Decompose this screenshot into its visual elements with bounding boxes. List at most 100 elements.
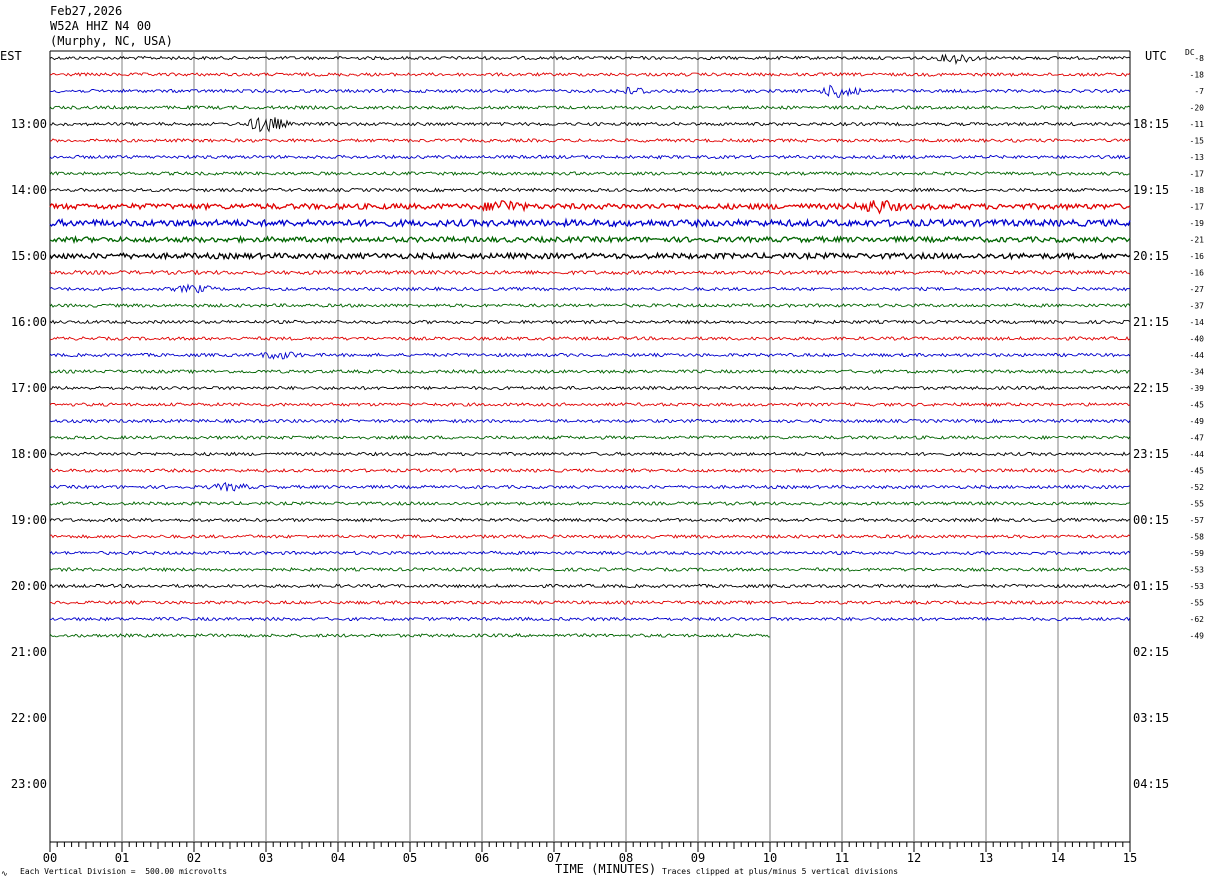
corner-mark-icon: ∿ bbox=[1, 869, 8, 878]
right-hour-label: 21:15 bbox=[1133, 315, 1169, 329]
trace-line-22 bbox=[49, 418, 1131, 424]
trace-line-2 bbox=[49, 84, 1131, 99]
dc-offset-label: -17 bbox=[1190, 170, 1205, 179]
x-tick-label: 02 bbox=[187, 851, 201, 865]
trace-line-21 bbox=[49, 402, 1131, 407]
trace-line-20 bbox=[49, 385, 1131, 391]
trace-line-15 bbox=[49, 302, 1131, 308]
trace-line-25 bbox=[49, 467, 1131, 474]
trace-line-13 bbox=[49, 269, 1131, 276]
left-hour-label: 15:00 bbox=[11, 249, 47, 263]
dc-offset-label: -49 bbox=[1190, 632, 1205, 641]
x-tick-label: 10 bbox=[763, 851, 777, 865]
scale-note: Each Vertical Division = 500.00 microvol… bbox=[20, 867, 228, 876]
trace-line-14 bbox=[49, 283, 1131, 294]
dc-offset-label: -16 bbox=[1190, 269, 1205, 278]
left-hour-label: 17:00 bbox=[11, 381, 47, 395]
x-tick-label: 03 bbox=[259, 851, 273, 865]
right-hour-label: 01:15 bbox=[1133, 579, 1169, 593]
trace-line-5 bbox=[49, 138, 1131, 144]
trace-line-6 bbox=[49, 154, 1131, 160]
left-hour-label: 18:00 bbox=[11, 447, 47, 461]
right-hour-label: 23:15 bbox=[1133, 447, 1169, 461]
dc-offset-label: -62 bbox=[1190, 615, 1205, 624]
x-tick-label: 11 bbox=[835, 851, 849, 865]
x-tick-label: 00 bbox=[43, 851, 57, 865]
dc-offset-label: -58 bbox=[1190, 533, 1205, 542]
trace-line-0 bbox=[49, 53, 1131, 65]
trace-line-18 bbox=[49, 351, 1131, 360]
right-hour-label: 03:15 bbox=[1133, 711, 1169, 725]
trace-line-1 bbox=[49, 72, 1131, 78]
dc-offset-label: -11 bbox=[1190, 120, 1205, 129]
dc-offset-label: -7 bbox=[1194, 87, 1204, 96]
dc-offset-label: -55 bbox=[1190, 599, 1205, 608]
x-tick-label: 14 bbox=[1051, 851, 1065, 865]
right-hour-label: 04:15 bbox=[1133, 777, 1169, 791]
trace-line-17 bbox=[49, 336, 1131, 342]
left-hour-label: 16:00 bbox=[11, 315, 47, 329]
dc-offset-label: -18 bbox=[1190, 71, 1205, 80]
x-tick-label: 09 bbox=[691, 851, 705, 865]
dc-offset-label: -40 bbox=[1190, 335, 1205, 344]
helicorder-plot: 00 01 02 03 04 05 06 07 08 09 10 11 12 13 14 1513:0014:… bbox=[11, 50, 1205, 865]
x-tick-label: 13 bbox=[979, 851, 993, 865]
dc-offset-label: -59 bbox=[1190, 549, 1205, 558]
trace-line-8 bbox=[49, 187, 1131, 193]
clip-note: Traces clipped at plus/minus 5 vertical … bbox=[662, 867, 899, 876]
dc-offset-label: -13 bbox=[1190, 153, 1205, 162]
left-hour-label: 14:00 bbox=[11, 183, 47, 197]
trace-line-27 bbox=[49, 500, 1131, 506]
right-hour-label: 19:15 bbox=[1133, 183, 1169, 197]
x-axis-label: TIME (MINUTES) bbox=[555, 862, 657, 876]
x-tick-label: 04 bbox=[331, 851, 345, 865]
dc-offset-label: -57 bbox=[1190, 516, 1205, 525]
left-hour-label: 20:00 bbox=[11, 579, 47, 593]
left-hour-label: 21:00 bbox=[11, 645, 47, 659]
dc-offset-label: -53 bbox=[1190, 582, 1205, 591]
dc-offset-label: -8 bbox=[1194, 54, 1204, 63]
dc-offset-label: -39 bbox=[1190, 384, 1205, 393]
trace-line-30 bbox=[49, 550, 1131, 556]
x-tick-label: 05 bbox=[403, 851, 417, 865]
dc-offset-label: -15 bbox=[1190, 137, 1205, 146]
trace-line-3 bbox=[49, 104, 1131, 111]
right-hour-label: 20:15 bbox=[1133, 249, 1169, 263]
left-hour-label: 13:00 bbox=[11, 117, 47, 131]
trace-line-24 bbox=[49, 451, 1131, 457]
trace-line-11 bbox=[49, 234, 1131, 245]
dc-offset-label: -49 bbox=[1190, 417, 1205, 426]
trace-line-32 bbox=[49, 583, 1130, 589]
dc-offset-label: -44 bbox=[1190, 351, 1205, 360]
dc-offset-label: -18 bbox=[1190, 186, 1205, 195]
dc-offset-label: -17 bbox=[1190, 203, 1205, 212]
dc-offset-label: -45 bbox=[1190, 401, 1205, 410]
left-hour-label: 19:00 bbox=[11, 513, 47, 527]
dc-offset-label: -44 bbox=[1190, 450, 1205, 459]
dc-offset-label: -14 bbox=[1190, 318, 1205, 327]
trace-line-31 bbox=[49, 566, 1131, 573]
x-tick-label: 15 bbox=[1123, 851, 1137, 865]
trace-line-23 bbox=[49, 435, 1131, 441]
right-hour-label: 00:15 bbox=[1133, 513, 1169, 527]
dc-offset-label: -45 bbox=[1190, 467, 1205, 476]
trace-line-16 bbox=[49, 319, 1131, 325]
trace-line-4 bbox=[49, 117, 1131, 133]
dc-offset-label: -37 bbox=[1190, 302, 1205, 311]
trace-line-19 bbox=[49, 369, 1131, 375]
x-tick-label: 12 bbox=[907, 851, 921, 865]
dc-offset-label: -53 bbox=[1190, 566, 1205, 575]
right-hour-label: 18:15 bbox=[1133, 117, 1169, 131]
right-hour-label: 02:15 bbox=[1133, 645, 1169, 659]
trace-line-34 bbox=[49, 616, 1131, 622]
dc-offset-label: -52 bbox=[1190, 483, 1205, 492]
dc-offset-label: -21 bbox=[1190, 236, 1205, 245]
dc-offset-label: -20 bbox=[1190, 104, 1205, 113]
x-tick-label: 06 bbox=[475, 851, 489, 865]
trace-line-7 bbox=[49, 170, 1131, 177]
dc-offset-label: -19 bbox=[1190, 219, 1205, 228]
trace-line-10 bbox=[49, 217, 1131, 229]
trace-line-26 bbox=[49, 482, 1131, 492]
dc-offset-label: -27 bbox=[1190, 285, 1205, 294]
left-hour-label: 22:00 bbox=[11, 711, 47, 725]
